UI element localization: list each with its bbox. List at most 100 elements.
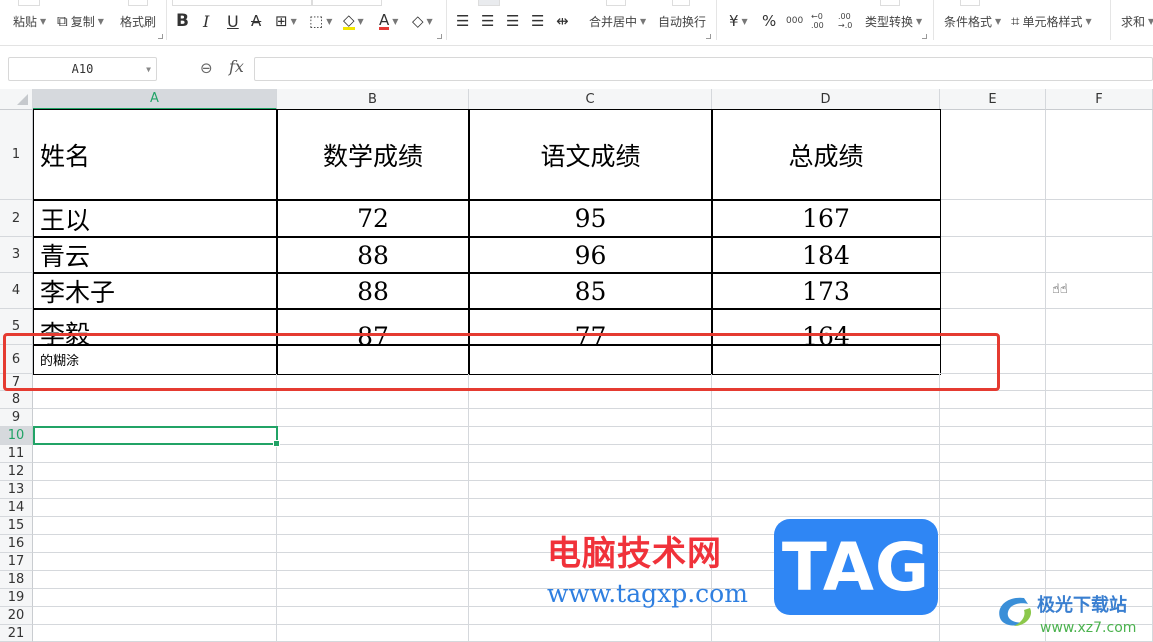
column-header-d[interactable]: D [712,89,940,110]
conditional-format-button[interactable]: 条件格式 ▼ [944,10,1001,32]
cell-a9[interactable] [33,409,277,427]
row-header-18[interactable]: 18 [0,571,33,589]
cell-f6[interactable] [1046,345,1153,374]
borders-button[interactable]: ⊞ ▼ [275,10,297,32]
column-header-c[interactable]: C [469,89,712,110]
cell-f2[interactable] [1046,200,1153,237]
cell-d14[interactable] [712,499,940,517]
cell-f1[interactable] [1046,110,1153,200]
cell-f13[interactable] [1046,481,1153,499]
cell-b12[interactable] [277,463,469,481]
column-header-f[interactable]: F [1046,89,1153,110]
cell-a2[interactable]: 王以 [33,199,278,238]
cell-e17[interactable] [940,553,1046,571]
number-dialog-launcher[interactable] [922,34,927,39]
row-header-15[interactable]: 15 [0,517,33,535]
justify-button[interactable]: ☰ [531,10,544,32]
distributed-button[interactable]: ⇹ [556,10,569,32]
row-header-2[interactable]: 2 [0,200,33,237]
row-header-8[interactable]: 8 [0,391,33,409]
paste-button[interactable]: 粘贴 ▼ [13,10,46,32]
row-header-11[interactable]: 11 [0,445,33,463]
cell-a12[interactable] [33,463,277,481]
cell-e10[interactable] [940,427,1046,445]
cell-b17[interactable] [277,553,469,571]
type-convert-button[interactable]: 类型转换 ▼ [865,10,922,32]
cell-d2[interactable]: 167 [711,199,941,238]
cell-b2[interactable]: 72 [276,199,470,238]
row-header-12[interactable]: 12 [0,463,33,481]
cell-f14[interactable] [1046,499,1153,517]
font-name-select[interactable] [172,0,312,6]
cell-d9[interactable] [712,409,940,427]
cell-a17[interactable] [33,553,277,571]
cell-b14[interactable] [277,499,469,517]
zoom-formula-icon[interactable]: ⊖ [200,59,213,77]
cell-c2[interactable]: 95 [468,199,713,238]
cell-b20[interactable] [277,607,469,625]
cell-f12[interactable] [1046,463,1153,481]
align-right-button[interactable]: ☰ [506,10,519,32]
merge-center-button[interactable]: 合并居中 ▼ [589,10,646,32]
cell-style-fill-button[interactable]: ⬚ ▼ [309,10,332,32]
cell-d4[interactable]: 173 [711,272,941,310]
cell-d3[interactable]: 184 [711,236,941,274]
cell-b18[interactable] [277,571,469,589]
cell-c3[interactable]: 96 [468,236,713,274]
cell-c13[interactable] [469,481,712,499]
increase-decimal-button[interactable]: ←0 .00 [811,10,829,32]
row-header-21[interactable]: 21 [0,625,33,642]
cell-a21[interactable] [33,625,277,642]
cell-e1[interactable] [940,110,1046,200]
cell-e4[interactable] [940,273,1046,309]
cell-d21[interactable] [712,625,940,642]
select-all-button[interactable] [0,89,33,110]
column-header-a[interactable]: A [33,89,277,110]
thousands-separator-button[interactable]: 000 [786,10,803,32]
cell-f7[interactable] [1046,374,1153,391]
cell-f5[interactable] [1046,309,1153,345]
cell-b3[interactable]: 88 [276,236,470,274]
decrease-decimal-button[interactable]: .00 →.0 [838,10,856,32]
cell-f16[interactable] [1046,535,1153,553]
cell-e14[interactable] [940,499,1046,517]
row-header-4[interactable]: 4 [0,273,33,309]
cell-f18[interactable] [1046,571,1153,589]
cell-e3[interactable] [940,237,1046,273]
row-header-13[interactable]: 13 [0,481,33,499]
font-color-button[interactable]: A ▼ [379,10,398,32]
align-center-button[interactable]: ☰ [481,10,494,32]
cell-d10[interactable] [712,427,940,445]
column-header-e[interactable]: E [940,89,1046,110]
cell-c1[interactable]: 语文成绩 [468,109,713,201]
cell-b8[interactable] [277,391,469,409]
name-box[interactable]: A10 ▼ [8,57,157,81]
cell-e13[interactable] [940,481,1046,499]
cell-f11[interactable] [1046,445,1153,463]
cell-c21[interactable] [469,625,712,642]
row-header-1[interactable]: 1 [0,110,33,200]
row-header-19[interactable]: 19 [0,589,33,607]
font-size-select[interactable] [312,0,382,6]
row-header-10[interactable]: 10 [0,427,33,445]
cell-c12[interactable] [469,463,712,481]
cell-c4[interactable]: 85 [468,272,713,310]
cell-c14[interactable] [469,499,712,517]
row-header-9[interactable]: 9 [0,409,33,427]
column-header-b[interactable]: B [277,89,469,110]
formula-input[interactable] [254,57,1153,81]
cell-b19[interactable] [277,589,469,607]
cell-e18[interactable] [940,571,1046,589]
align-left-button[interactable]: ☰ [456,10,469,32]
cell-e2[interactable] [940,200,1046,237]
cell-a16[interactable] [33,535,277,553]
italic-button[interactable]: I [203,10,209,32]
cell-e16[interactable] [940,535,1046,553]
cell-f8[interactable] [1046,391,1153,409]
currency-button[interactable]: ¥ ▼ [729,10,748,32]
cell-a19[interactable] [33,589,277,607]
cell-f15[interactable] [1046,517,1153,535]
cell-b13[interactable] [277,481,469,499]
cell-e15[interactable] [940,517,1046,535]
cell-c10[interactable] [469,427,712,445]
